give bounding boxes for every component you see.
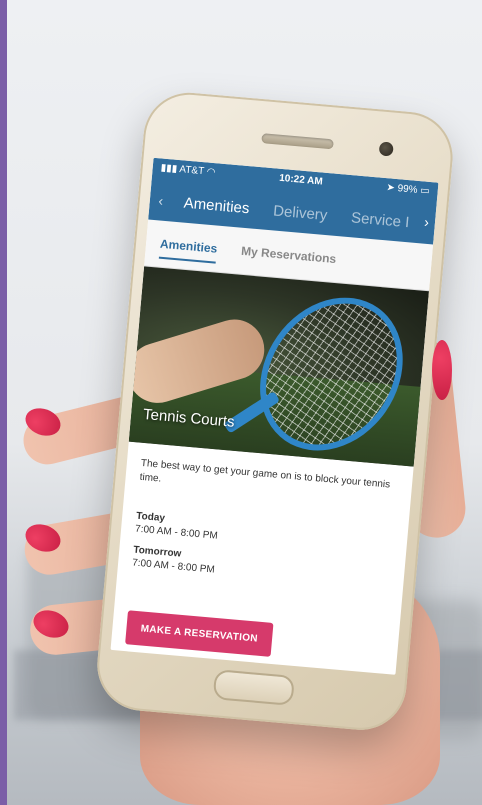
battery-status: ➤ 99% ▭ <box>385 182 431 197</box>
tab-service[interactable]: Service I <box>339 208 423 232</box>
tab-amenities[interactable]: Amenities <box>171 193 262 218</box>
home-button <box>212 669 295 706</box>
front-camera <box>378 141 394 157</box>
subtab-my-reservations[interactable]: My Reservations <box>240 232 338 278</box>
speaker-grille <box>261 133 334 150</box>
amenity-details: The best way to get your game on is to b… <box>111 442 414 675</box>
phone-body: ▮▮▮ AT&T ◠ 10:22 AM ➤ 99% ▭ ‹ Amenities … <box>93 88 457 734</box>
purple-side-bar <box>0 0 7 805</box>
status-time: 10:22 AM <box>278 172 324 188</box>
battery-icon: ▭ <box>419 185 431 197</box>
phone-screen: ▮▮▮ AT&T ◠ 10:22 AM ➤ 99% ▭ ‹ Amenities … <box>110 157 439 675</box>
tab-delivery[interactable]: Delivery <box>261 201 340 225</box>
make-reservation-button[interactable]: MAKE A RESERVATION <box>125 610 274 657</box>
carrier-label: ▮▮▮ AT&T ◠ <box>160 162 216 179</box>
more-details-link[interactable]: More Details <box>123 658 169 671</box>
phone-assembly: ▮▮▮ AT&T ◠ 10:22 AM ➤ 99% ▭ ‹ Amenities … <box>10 42 482 778</box>
wifi-icon: ◠ <box>206 166 216 179</box>
amenity-hero-image: Tennis Courts <box>128 266 429 467</box>
chevron-right-icon[interactable]: › <box>424 214 430 230</box>
subtab-amenities[interactable]: Amenities <box>158 225 218 268</box>
amenity-description: The best way to get your game on is to b… <box>139 457 391 491</box>
back-chevron-icon[interactable]: ‹ <box>149 192 172 210</box>
location-arrow-icon: ➤ <box>385 182 396 194</box>
fingernail <box>432 340 452 400</box>
